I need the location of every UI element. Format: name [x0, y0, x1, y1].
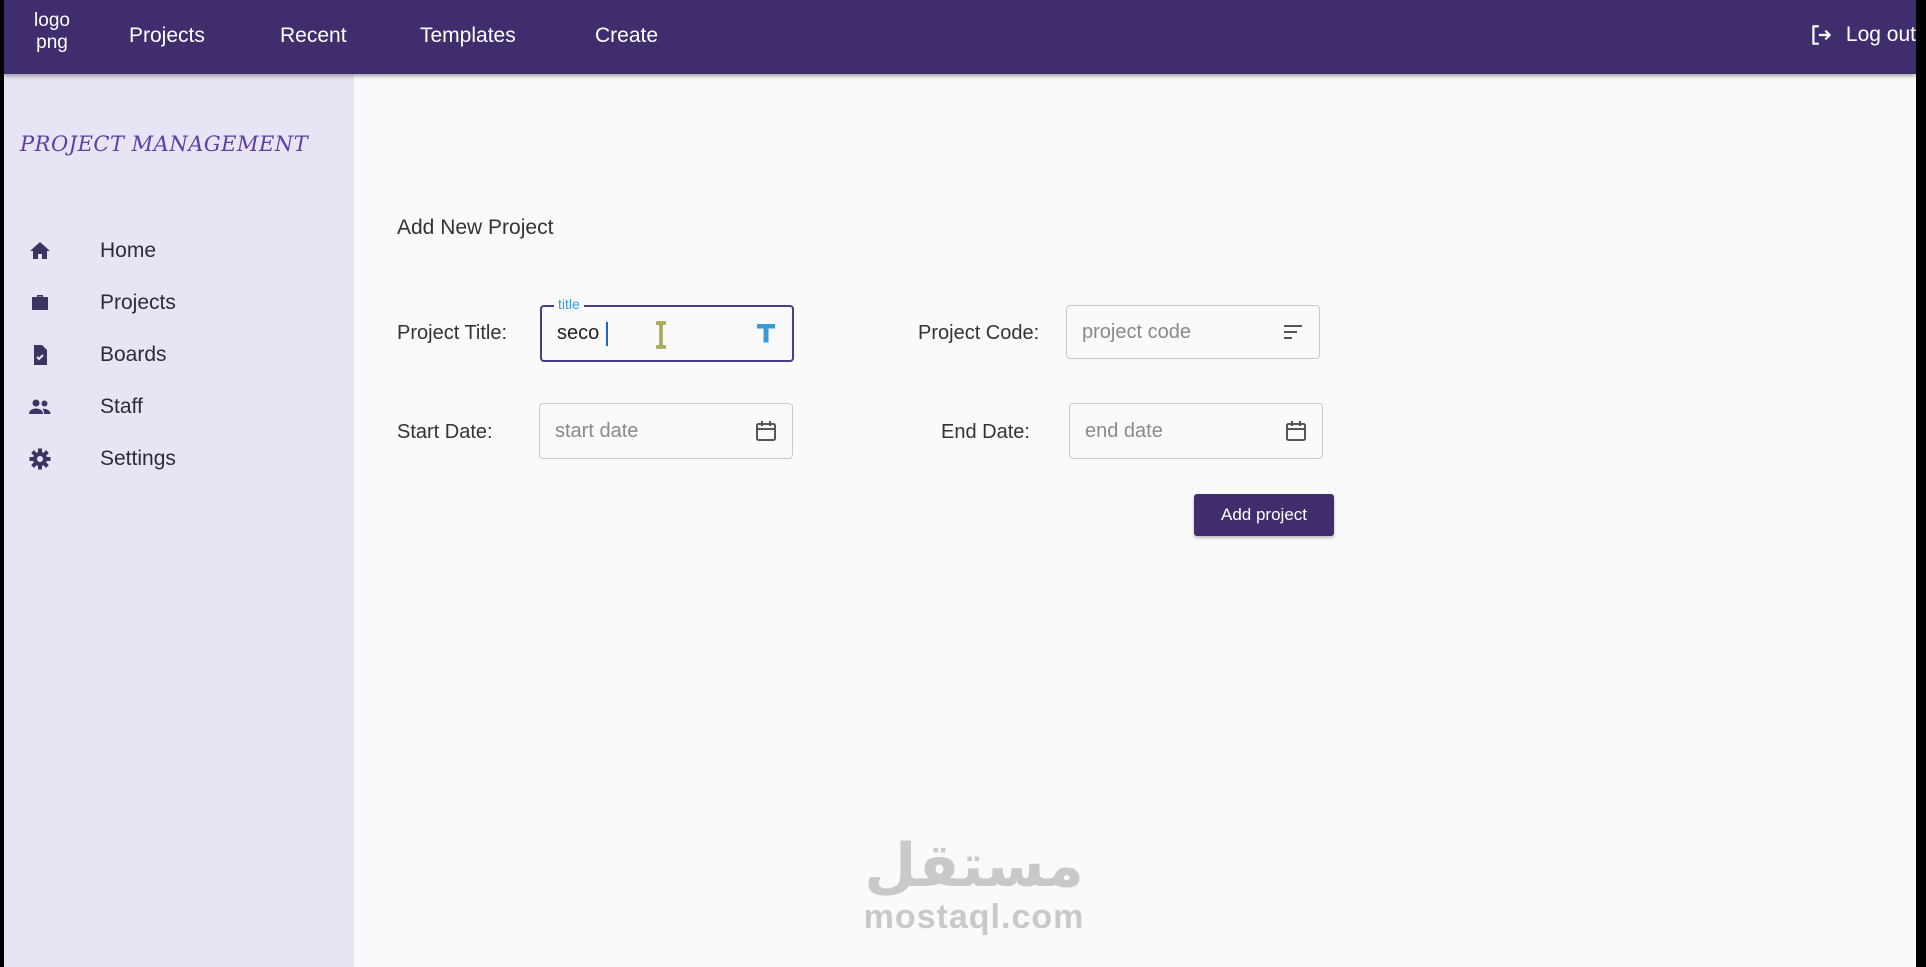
sidebar-item-label: Home	[100, 239, 157, 262]
nav-create[interactable]: Create	[595, 24, 658, 48]
project-code-input[interactable]	[1082, 306, 1272, 358]
nav-projects[interactable]: Projects	[129, 24, 205, 48]
logo[interactable]: logo png	[24, 10, 80, 54]
top-navbar: logo png Projects Recent Templates Creat…	[4, 0, 1916, 74]
logo-line-1: logo	[34, 10, 70, 31]
home-icon	[30, 242, 50, 259]
page-title: Add New Project	[397, 216, 554, 239]
sidebar-item-home[interactable]: Home	[4, 227, 354, 273]
sidebar-item-projects[interactable]: Projects	[4, 279, 354, 325]
start-date-label: Start Date:	[397, 421, 493, 443]
logout-button[interactable]: Log out	[1808, 22, 1916, 48]
watermark-arabic: مستقل	[864, 831, 1084, 901]
nav-templates[interactable]: Templates	[420, 24, 516, 48]
project-code-label: Project Code:	[918, 322, 1040, 344]
end-date-input[interactable]	[1085, 404, 1275, 458]
people-icon	[29, 399, 51, 414]
project-title-label: Project Title:	[397, 322, 508, 344]
calendar-icon[interactable]	[754, 419, 778, 443]
start-date-field[interactable]	[539, 403, 793, 459]
sidebar: PROJECT MANAGEMENT Home Projects Boards	[4, 74, 354, 967]
app-window: logo png Projects Recent Templates Creat…	[4, 0, 1916, 967]
text-format-icon	[757, 324, 775, 343]
ibeam-cursor-icon	[656, 321, 666, 349]
sidebar-item-settings[interactable]: Settings	[4, 435, 354, 481]
sidebar-item-staff[interactable]: Staff	[4, 383, 354, 429]
project-title-field[interactable]: title	[540, 296, 794, 362]
sidebar-item-label: Boards	[100, 343, 167, 366]
end-date-field[interactable]	[1069, 403, 1323, 459]
nav-recent[interactable]: Recent	[280, 24, 347, 48]
sidebar-item-label: Staff	[100, 395, 143, 418]
main-content: Add New Project Project Title: title Pro…	[354, 74, 1916, 967]
watermark-latin: mostaql.com	[863, 898, 1085, 936]
sidebar-item-label: Settings	[100, 447, 176, 470]
project-code-field[interactable]	[1066, 305, 1320, 359]
logout-icon	[1812, 25, 1832, 45]
sidebar-item-boards[interactable]: Boards	[4, 331, 354, 377]
briefcase-icon	[32, 295, 48, 310]
text-caret	[606, 322, 608, 346]
add-project-button[interactable]: Add project	[1194, 494, 1334, 536]
sidebar-item-label: Projects	[100, 291, 176, 314]
gear-icon	[29, 448, 51, 470]
logo-line-2: png	[36, 32, 68, 53]
project-title-input[interactable]	[557, 307, 747, 360]
start-date-input[interactable]	[555, 404, 745, 458]
calendar-icon[interactable]	[1284, 419, 1308, 443]
watermark: مستقل mostaql.com	[844, 834, 1104, 936]
sidebar-brand: PROJECT MANAGEMENT	[20, 132, 309, 156]
sort-lines-icon	[1284, 325, 1302, 339]
end-date-label: End Date:	[941, 421, 1030, 443]
logout-label: Log out	[1845, 23, 1916, 46]
document-check-icon	[34, 345, 47, 365]
